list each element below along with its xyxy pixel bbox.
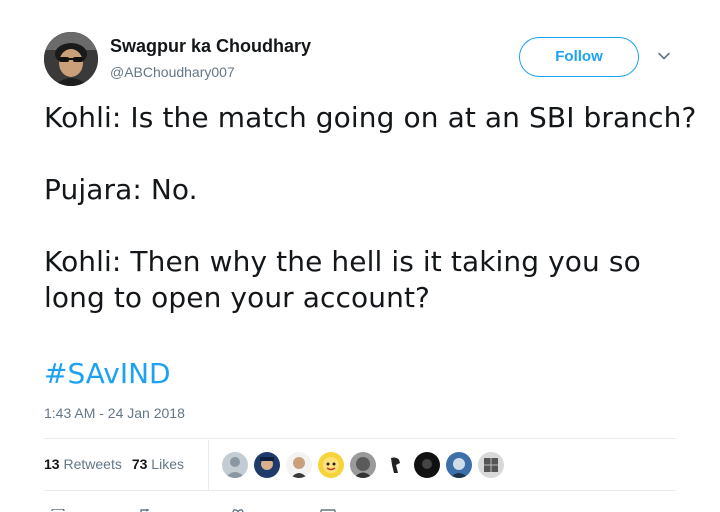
- avatar-image: [44, 32, 98, 86]
- likes-label: Likes: [151, 456, 184, 472]
- likes-count: 73: [131, 456, 148, 472]
- retweets-label: Retweets: [63, 456, 122, 472]
- tweet-timestamp[interactable]: 1:43 AM - 24 Jan 2018: [44, 405, 185, 421]
- heart-icon[interactable]: [230, 508, 246, 512]
- retweets-count: 13: [44, 456, 60, 472]
- hashtag-link[interactable]: #SAvIND: [44, 356, 171, 392]
- tweet-line: long to open your account?: [44, 281, 430, 314]
- author-name[interactable]: Swagpur ka Choudhary: [110, 36, 311, 57]
- retweets-stat[interactable]: 13 Retweets: [44, 456, 122, 472]
- liker-avatar[interactable]: [382, 452, 408, 478]
- divider: [44, 490, 676, 491]
- liker-avatar[interactable]: [478, 452, 504, 478]
- liker-avatar[interactable]: [414, 452, 440, 478]
- divider: [44, 438, 676, 439]
- reply-icon[interactable]: [50, 508, 66, 512]
- stats-divider: [208, 440, 209, 490]
- chevron-down-icon[interactable]: [656, 48, 672, 64]
- liker-avatar[interactable]: [318, 452, 344, 478]
- tweet-line: Pujara: No.: [44, 173, 198, 206]
- tweet-card: Swagpur ka Choudhary @ABChoudhary007 Fol…: [0, 0, 720, 512]
- tweet-line: Kohli: Is the match going on at an SBI b…: [44, 101, 697, 134]
- liker-avatar[interactable]: [446, 452, 472, 478]
- author-handle[interactable]: @ABChoudhary007: [110, 64, 235, 80]
- envelope-icon[interactable]: [320, 508, 336, 512]
- liker-avatar[interactable]: [286, 452, 312, 478]
- liker-avatar[interactable]: [254, 452, 280, 478]
- liker-avatar[interactable]: [350, 452, 376, 478]
- tweet-stats: 13 Retweets 73 Likes: [44, 456, 184, 472]
- liker-avatar[interactable]: [222, 452, 248, 478]
- tweet-header: Swagpur ka Choudhary @ABChoudhary007 Fol…: [44, 32, 684, 92]
- retweet-icon[interactable]: [138, 508, 154, 512]
- tweet-actions: [44, 500, 364, 512]
- tweet-line: Kohli: Then why the hell is it taking yo…: [44, 245, 641, 278]
- follow-button[interactable]: Follow: [519, 37, 639, 77]
- tweet-text: Kohli: Is the match going on at an SBI b…: [44, 100, 697, 316]
- author-avatar[interactable]: [44, 32, 98, 86]
- likes-stat[interactable]: 73 Likes: [132, 456, 184, 472]
